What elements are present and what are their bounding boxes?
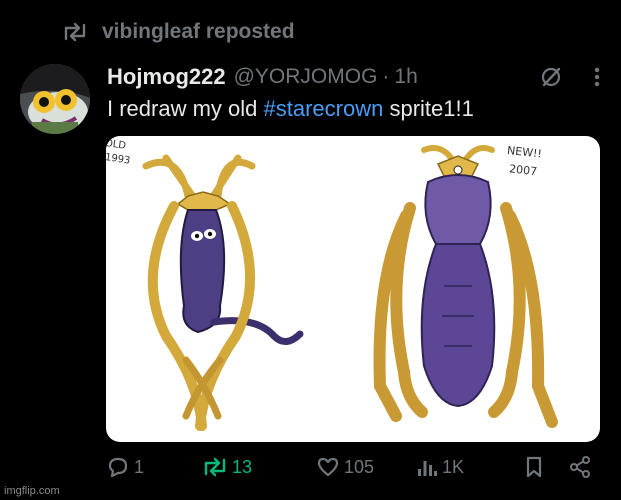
repost-count: 13 <box>232 456 253 477</box>
share-icon[interactable] <box>568 455 592 479</box>
repost-icon <box>62 22 88 42</box>
reply-icon <box>106 456 130 478</box>
old-year: 1993 <box>106 152 131 166</box>
author-handle[interactable]: @YORJOMOG <box>234 65 378 89</box>
heart-icon <box>316 456 340 478</box>
new-year: 2007 <box>509 162 538 178</box>
post-text-prefix: I redraw my old <box>107 96 264 121</box>
post-text: I redraw my old #starecrown sprite1!1 <box>107 96 474 122</box>
analytics-icon <box>416 457 438 477</box>
author-name[interactable]: Hojmog222 <box>107 64 226 90</box>
reply-button[interactable]: 1 <box>106 456 202 478</box>
post-image[interactable]: OLD 1993 NEW!! 2007 <box>106 136 600 442</box>
old-sprite-drawing <box>142 154 304 431</box>
avatar[interactable] <box>20 64 90 134</box>
like-button[interactable]: 105 <box>316 456 416 478</box>
hashtag-link[interactable]: #starecrown <box>264 96 384 121</box>
post-time[interactable]: 1h <box>394 65 417 89</box>
action-bar: 1 13 105 1K <box>106 450 605 484</box>
sprite-drawings: OLD 1993 NEW!! 2007 <box>106 138 558 431</box>
grok-icon[interactable] <box>539 65 563 89</box>
repost-indicator[interactable]: vibingleaf reposted <box>62 18 295 46</box>
repost-icon <box>202 457 228 477</box>
separator-dot: · <box>382 65 390 88</box>
like-count: 105 <box>344 456 375 477</box>
post-header: Hojmog222 @YORJOMOG · 1h <box>107 62 601 92</box>
imgflip-watermark: imgflip.com <box>4 485 60 497</box>
new-label: NEW!! <box>506 144 542 161</box>
new-sprite-drawing <box>373 145 558 428</box>
views-button[interactable]: 1K <box>416 457 512 478</box>
reply-count: 1 <box>134 456 145 477</box>
repost-button[interactable]: 13 <box>202 457 316 478</box>
bookmark-icon[interactable] <box>524 455 544 479</box>
post-text-suffix: sprite1!1 <box>383 96 474 121</box>
old-label: OLD <box>106 138 127 152</box>
repost-label[interactable]: vibingleaf reposted <box>102 20 295 44</box>
more-options-icon[interactable] <box>593 65 601 89</box>
view-count: 1K <box>442 456 465 477</box>
